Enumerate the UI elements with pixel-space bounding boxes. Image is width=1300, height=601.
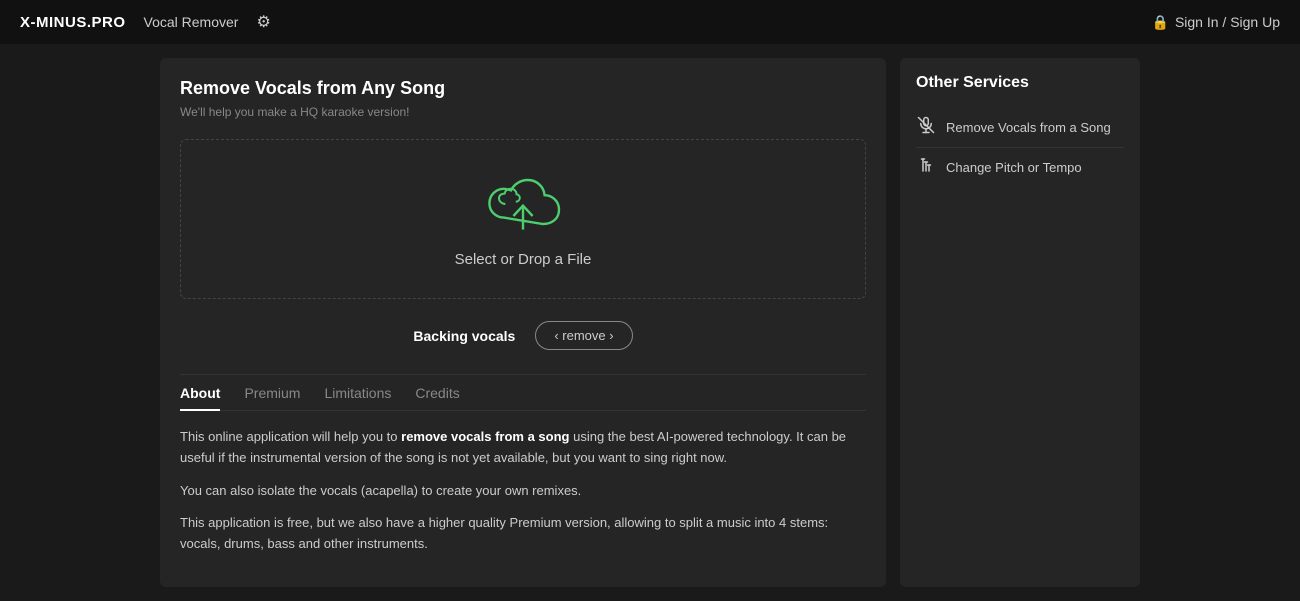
service-change-pitch[interactable]: Change Pitch or Tempo bbox=[916, 148, 1124, 187]
tab-premium[interactable]: Premium bbox=[244, 375, 300, 411]
sign-in-area[interactable]: 🔒 Sign In / Sign Up bbox=[1152, 14, 1281, 31]
service-remove-vocals[interactable]: Remove Vocals from a Song bbox=[916, 108, 1124, 148]
tab-credits[interactable]: Credits bbox=[415, 375, 459, 411]
change-pitch-service-label: Change Pitch or Tempo bbox=[946, 160, 1082, 175]
panel-subtitle: We'll help you make a HQ karaoke version… bbox=[180, 105, 866, 119]
microphone-slash-icon bbox=[916, 116, 936, 139]
tab-about[interactable]: About bbox=[180, 375, 220, 411]
cloud-upload-icon bbox=[483, 171, 563, 241]
main-content: Remove Vocals from Any Song We'll help y… bbox=[0, 44, 1300, 601]
about-p1-bold: remove vocals from a song bbox=[401, 429, 569, 444]
tabs-section: About Premium Limitations Credits This o… bbox=[180, 374, 866, 555]
panel-title: Remove Vocals from Any Song bbox=[180, 78, 866, 99]
tab-limitations[interactable]: Limitations bbox=[324, 375, 391, 411]
lock-icon: 🔒 bbox=[1152, 14, 1169, 31]
right-panel: Other Services Remove Vocals from a Song bbox=[900, 58, 1140, 587]
remove-button[interactable]: ‹ remove › bbox=[535, 321, 632, 350]
header: X-MINUS.PRO Vocal Remover ⚙ 🔒 Sign In / … bbox=[0, 0, 1300, 44]
about-paragraph-3: This application is free, but we also ha… bbox=[180, 513, 866, 555]
about-p1-prefix: This online application will help you to bbox=[180, 429, 401, 444]
about-paragraph-2: You can also isolate the vocals (acapell… bbox=[180, 481, 866, 502]
remove-vocals-service-label: Remove Vocals from a Song bbox=[946, 120, 1111, 135]
gear-icon[interactable]: ⚙ bbox=[256, 12, 270, 32]
nav-vocal-remover[interactable]: Vocal Remover bbox=[144, 14, 239, 30]
pitch-tempo-icon bbox=[916, 156, 936, 179]
about-content: This online application will help you to… bbox=[180, 427, 866, 555]
upload-label: Select or Drop a File bbox=[455, 251, 592, 268]
about-paragraph-1: This online application will help you to… bbox=[180, 427, 866, 469]
sign-in-label[interactable]: Sign In / Sign Up bbox=[1175, 14, 1280, 30]
tabs-bar: About Premium Limitations Credits bbox=[180, 375, 866, 411]
backing-vocals-row: Backing vocals ‹ remove › bbox=[180, 321, 866, 350]
services-title: Other Services bbox=[916, 74, 1124, 92]
header-left: X-MINUS.PRO Vocal Remover ⚙ bbox=[20, 12, 271, 32]
brand-logo[interactable]: X-MINUS.PRO bbox=[20, 14, 126, 31]
backing-vocals-label: Backing vocals bbox=[413, 328, 515, 344]
left-panel: Remove Vocals from Any Song We'll help y… bbox=[160, 58, 886, 587]
upload-area[interactable]: Select or Drop a File bbox=[180, 139, 866, 299]
